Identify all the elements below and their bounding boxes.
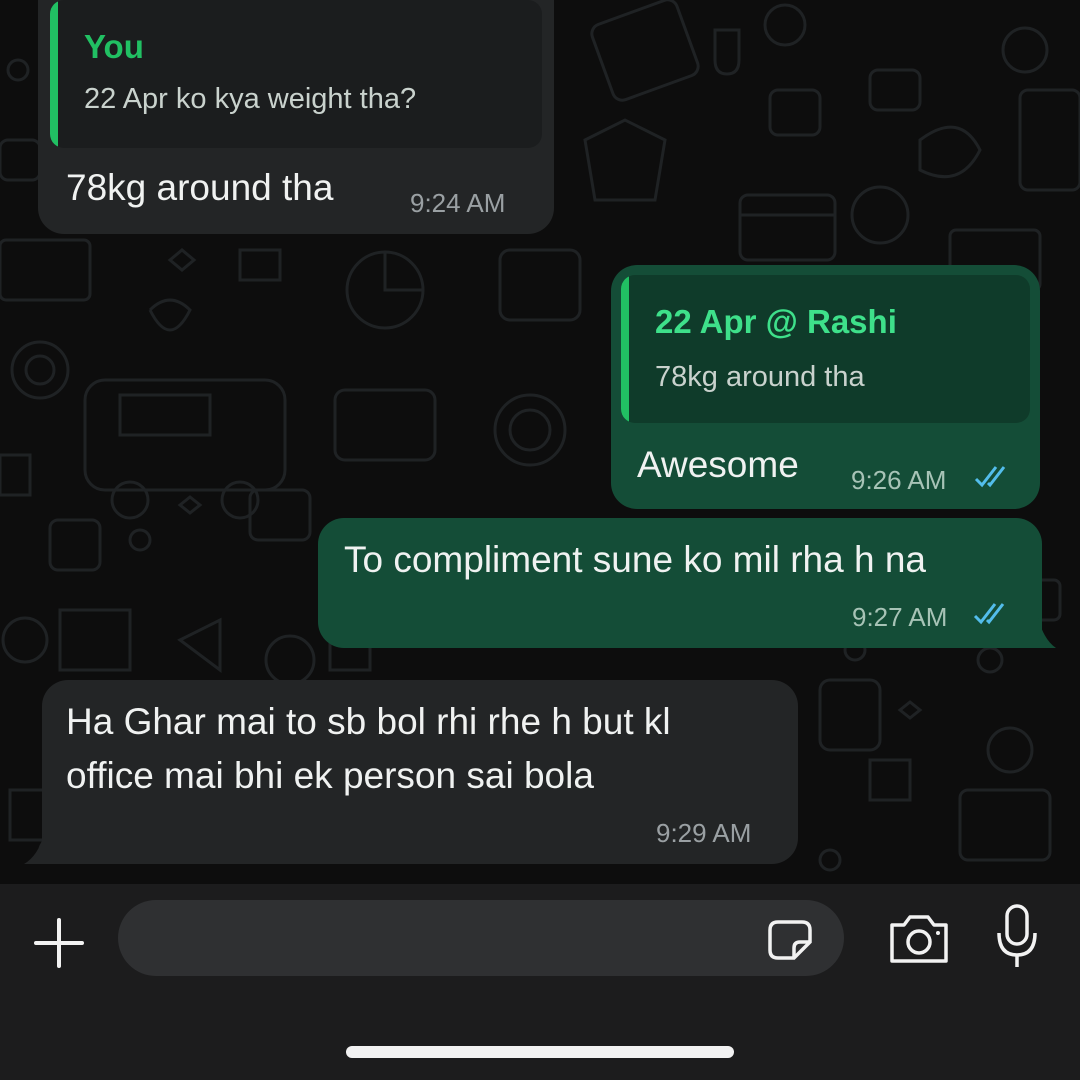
message-text: Awesome: [637, 444, 799, 485]
message-time: 9:29 AM: [656, 818, 752, 848]
microphone-icon[interactable]: [994, 903, 1040, 971]
quote-author: 22 Apr @ Rashi: [655, 303, 897, 340]
home-indicator: [346, 1046, 734, 1058]
camera-icon[interactable]: [886, 911, 952, 967]
plus-icon[interactable]: [30, 914, 88, 972]
quote-accent-bar: [621, 275, 629, 423]
message-bubble-outgoing[interactable]: 22 Apr @ Rashi 78kg around tha Awesome 9…: [611, 265, 1040, 509]
quote-accent-bar: [50, 0, 58, 148]
message-time: 9:24 AM: [410, 188, 506, 218]
quote-author: You: [84, 28, 144, 65]
bubble-tail: [24, 834, 44, 864]
quoted-message[interactable]: 22 Apr @ Rashi 78kg around tha: [621, 275, 1030, 423]
message-text-line-1: Ha Ghar mai to sb bol rhi rhe h but kl: [66, 701, 671, 742]
message-text-line-2: office mai bhi ek person sai bola: [66, 755, 594, 796]
quoted-message[interactable]: You 22 Apr ko kya weight tha?: [50, 0, 542, 148]
bubble-tail: [1038, 618, 1056, 648]
read-receipt-icon: [973, 603, 1005, 625]
message-input[interactable]: [118, 900, 844, 976]
quote-text: 78kg around tha: [655, 361, 865, 393]
message-text: 78kg around tha: [66, 167, 334, 208]
message-bubble-incoming[interactable]: You 22 Apr ko kya weight tha? 78kg aroun…: [38, 0, 554, 234]
message-bubble-outgoing[interactable]: To compliment sune ko mil rha h na 9:27 …: [318, 518, 1042, 648]
message-bubble-incoming[interactable]: Ha Ghar mai to sb bol rhi rhe h but kl o…: [42, 680, 798, 864]
quote-text: 22 Apr ko kya weight tha?: [84, 83, 417, 115]
message-text: To compliment sune ko mil rha h na: [344, 539, 926, 580]
message-time: 9:26 AM: [851, 465, 947, 495]
sticker-icon[interactable]: [764, 918, 816, 962]
message-time: 9:27 AM: [852, 602, 948, 632]
read-receipt-icon: [974, 466, 1006, 488]
chat-background: You 22 Apr ko kya weight tha? 78kg aroun…: [0, 0, 1080, 884]
